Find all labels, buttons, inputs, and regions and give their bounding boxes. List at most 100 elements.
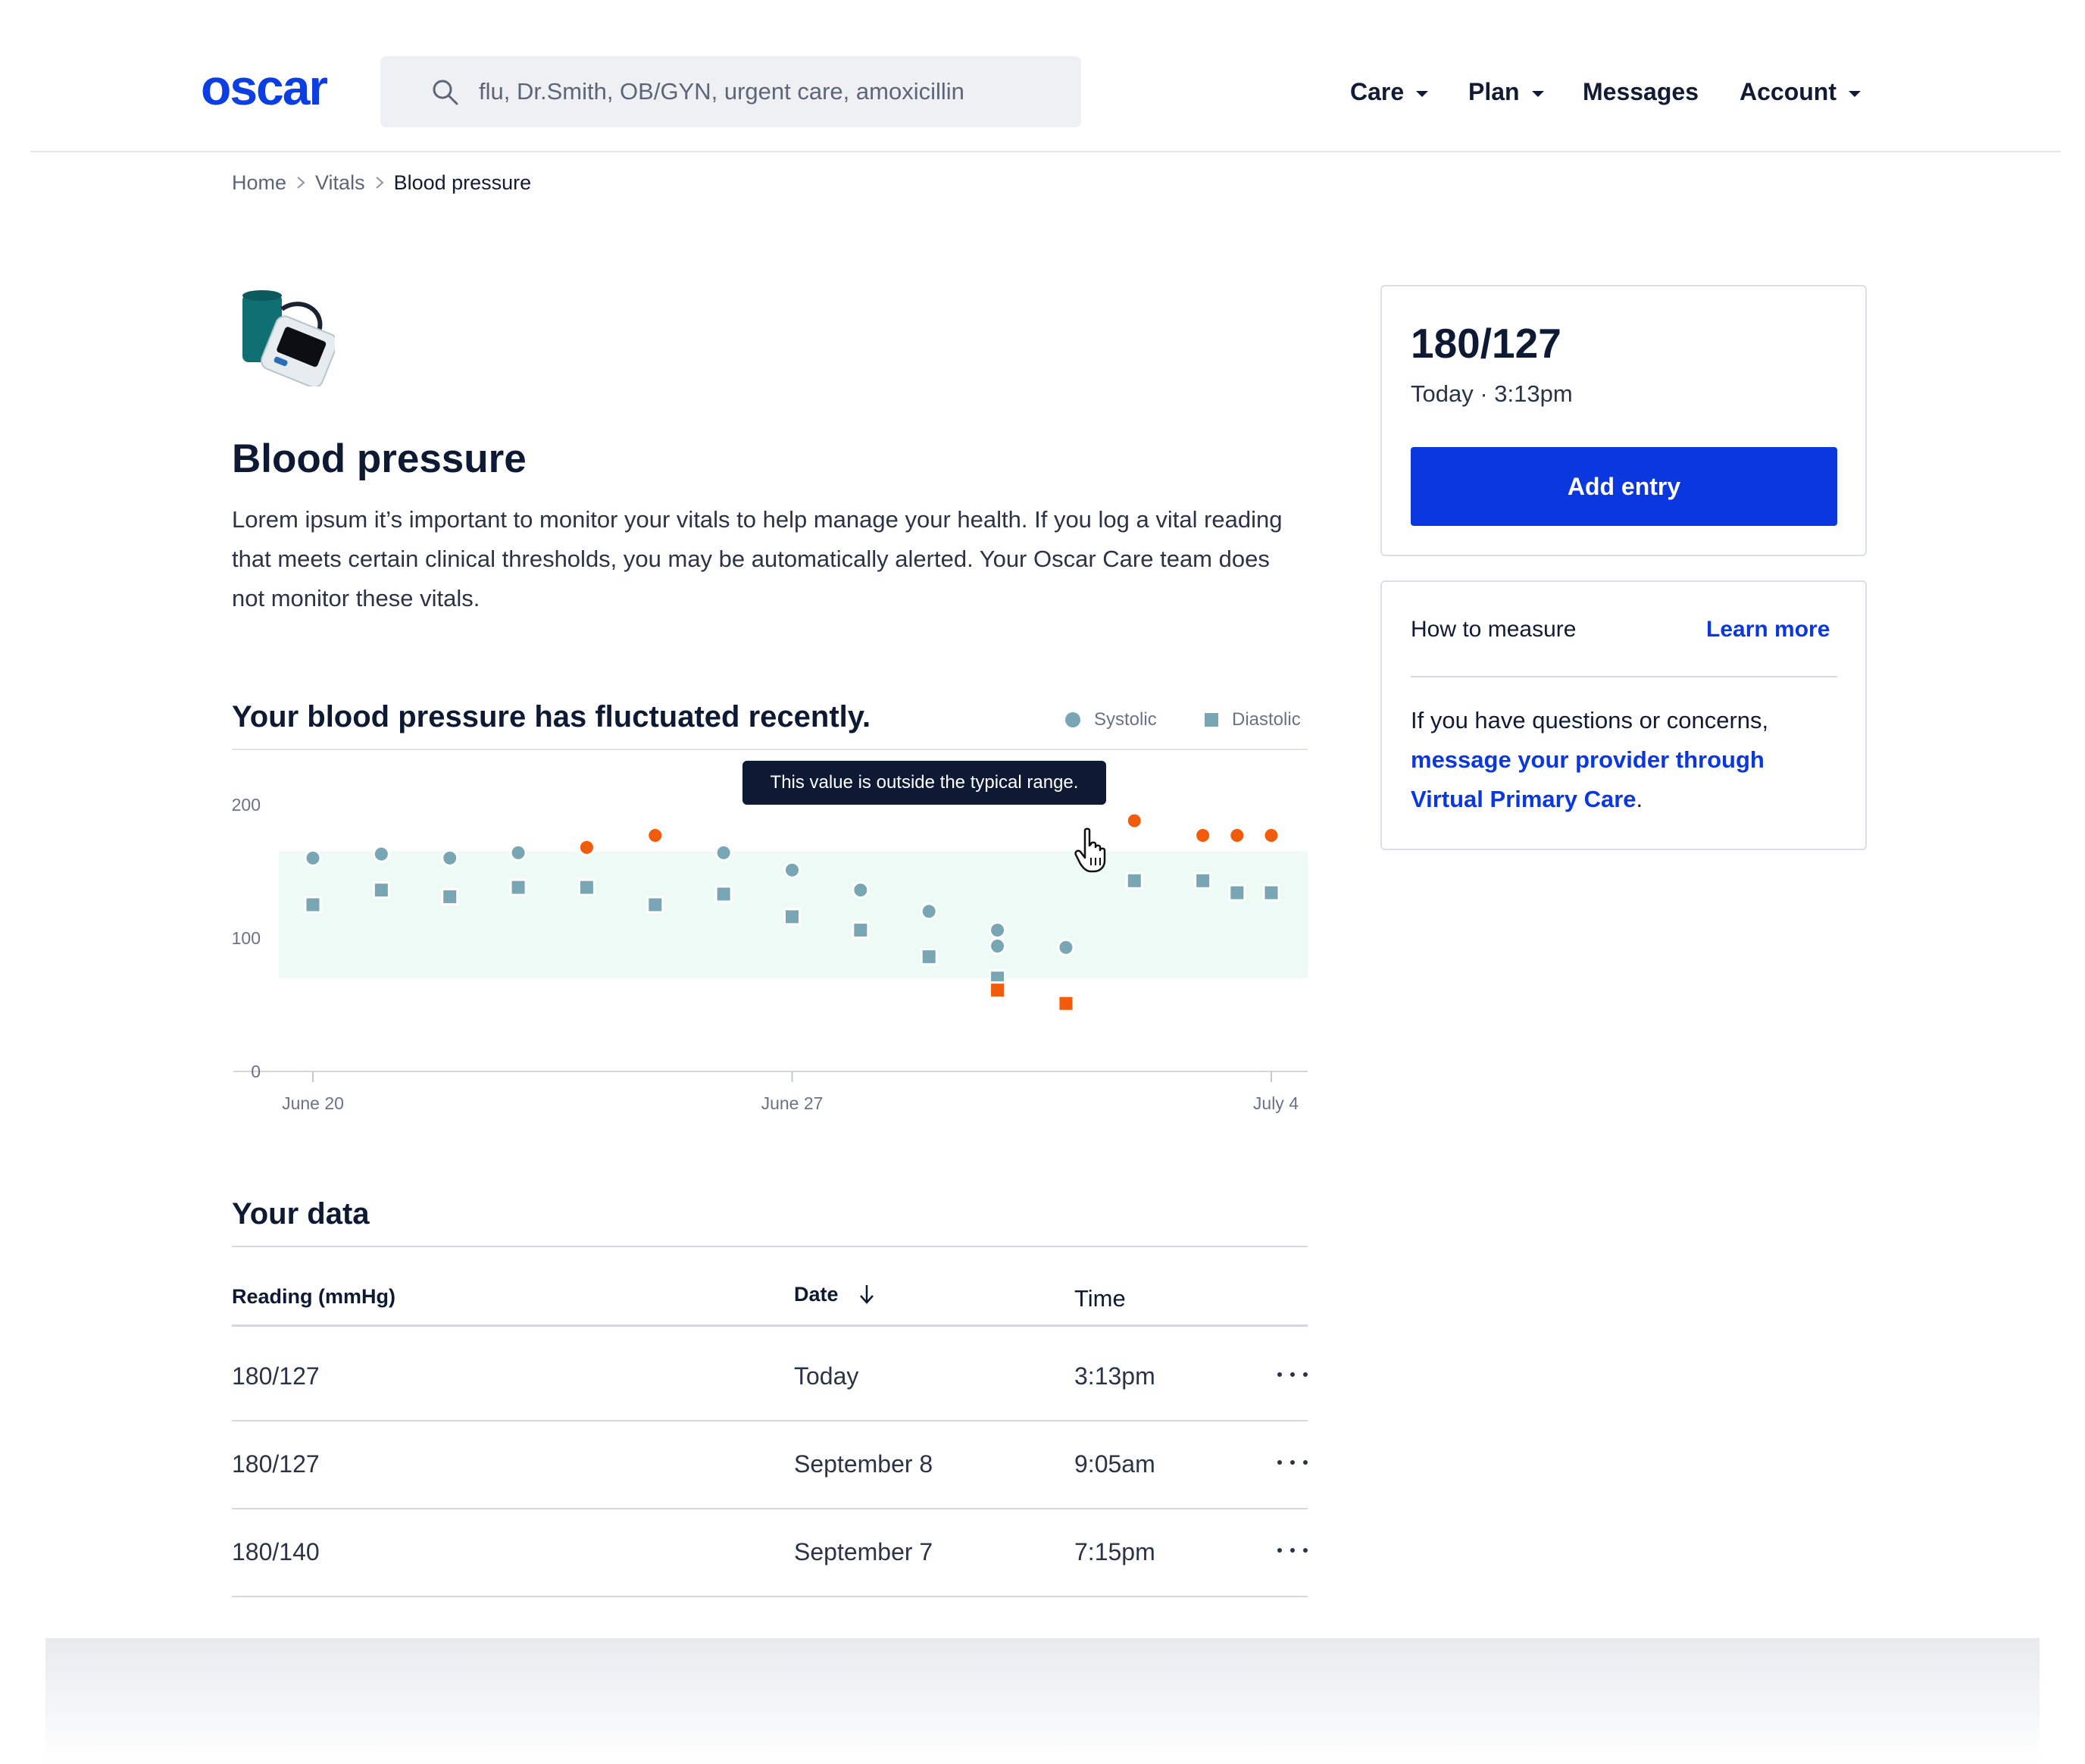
add-entry-button[interactable]: Add entry — [1411, 447, 1837, 526]
page-title: Blood pressure — [232, 436, 527, 481]
diastolic-point — [304, 896, 322, 914]
y-tick-label: 0 — [251, 1062, 261, 1081]
data-divider — [232, 1246, 1308, 1247]
diastolic-point — [1262, 884, 1280, 902]
x-tick-label: June 27 — [761, 1093, 824, 1113]
systolic-point — [989, 921, 1007, 939]
search-icon — [433, 80, 458, 105]
row-date: September 7 — [794, 1538, 933, 1565]
breadcrumb: Home Vitals Blood pressure — [232, 170, 531, 195]
legend-diastolic-marker — [1205, 713, 1218, 727]
legend-systolic-label: Systolic — [1094, 709, 1157, 730]
chevron-down-icon — [1531, 91, 1544, 97]
diastolic-point — [920, 948, 938, 966]
search-input[interactable] — [479, 56, 1055, 127]
legend-diastolic-label: Diastolic — [1232, 709, 1301, 730]
diastolic-point — [577, 878, 595, 896]
systolic-point — [783, 861, 801, 879]
systolic-point — [509, 843, 527, 862]
systolic-point — [1228, 826, 1246, 844]
help-text-intro: If you have questions or concerns, — [1411, 707, 1769, 733]
diastolic-point — [783, 908, 801, 926]
diastolic-point — [1125, 871, 1143, 890]
arrow-down-icon — [859, 1285, 874, 1304]
table-row[interactable]: 180/127 Today 3:13pm — [232, 1332, 1308, 1422]
more-options-icon[interactable] — [1277, 1447, 1308, 1478]
out-of-range-tooltip: This value is outside the typical range. — [742, 761, 1106, 805]
nav-messages-label: Messages — [1583, 77, 1699, 105]
nav-plan[interactable]: Plan — [1468, 73, 1544, 111]
breadcrumb-vitals[interactable]: Vitals — [315, 171, 365, 195]
systolic-point — [1125, 812, 1143, 830]
systolic-point — [646, 826, 664, 844]
column-header-date[interactable]: Date — [794, 1282, 878, 1306]
systolic-point — [441, 849, 459, 867]
nav-account[interactable]: Account — [1740, 73, 1861, 111]
blood-pressure-chart: 0 100 200 June 20 June 27 July 4 — [232, 795, 1308, 1113]
systolic-point — [304, 849, 322, 867]
row-date: September 8 — [794, 1450, 933, 1478]
diastolic-point — [372, 881, 390, 899]
nav-care[interactable]: Care — [1350, 73, 1429, 111]
diastolic-point — [441, 887, 459, 905]
column-header-date-label: Date — [794, 1282, 839, 1306]
data-section-title: Your data — [232, 1197, 370, 1231]
diastolic-point — [989, 981, 1007, 999]
more-options-icon[interactable] — [1277, 1535, 1308, 1565]
systolic-point — [372, 845, 390, 863]
table-header-divider — [232, 1325, 1308, 1327]
table-row[interactable]: 180/127 September 8 9:05am — [232, 1420, 1308, 1509]
latest-reading-time: Today · 3:13pm — [1411, 380, 1573, 407]
row-date: Today — [794, 1362, 859, 1390]
chevron-down-icon — [1416, 91, 1429, 97]
pointer-cursor-icon — [1074, 827, 1106, 873]
legend-systolic: Systolic — [1065, 707, 1157, 733]
chart-divider — [232, 749, 1308, 750]
diastolic-point — [646, 896, 664, 914]
row-time: 9:05am — [1074, 1450, 1155, 1478]
column-header-reading[interactable]: Reading (mmHg) — [232, 1285, 395, 1309]
nav-care-label: Care — [1350, 77, 1405, 105]
message-provider-link[interactable]: message your provider through Virtual Pr… — [1411, 746, 1765, 812]
chevron-right-icon — [297, 177, 305, 189]
nav-messages[interactable]: Messages — [1583, 73, 1699, 111]
breadcrumb-home[interactable]: Home — [232, 171, 286, 195]
diastolic-point — [852, 921, 870, 939]
diastolic-point — [1194, 871, 1212, 890]
oscar-logo[interactable]: oscar — [201, 62, 328, 112]
nav-plan-label: Plan — [1468, 77, 1520, 105]
x-tick-label: July 4 — [1253, 1093, 1299, 1113]
latest-reading: 180/127 — [1411, 320, 1561, 367]
diastolic-point — [714, 885, 733, 903]
blood-pressure-monitor-icon — [242, 290, 335, 386]
row-reading: 180/127 — [232, 1450, 320, 1478]
y-tick-label: 100 — [232, 928, 261, 948]
page-description: Lorem ipsum it’s important to monitor yo… — [232, 506, 1283, 611]
how-to-measure-title: How to measure — [1411, 617, 1577, 642]
diastolic-point — [1228, 884, 1246, 902]
systolic-point — [1194, 826, 1212, 844]
legend-diastolic: Diastolic — [1205, 707, 1301, 733]
column-header-time[interactable]: Time — [1074, 1285, 1126, 1312]
systolic-point — [920, 902, 938, 921]
row-reading: 180/127 — [232, 1362, 320, 1390]
y-tick-label: 200 — [232, 795, 261, 815]
table-row[interactable]: 180/140 September 7 7:15pm — [232, 1508, 1308, 1597]
more-options-icon[interactable] — [1277, 1359, 1308, 1390]
systolic-point — [1057, 938, 1075, 956]
chevron-right-icon — [375, 177, 384, 189]
nav-account-label: Account — [1740, 77, 1836, 105]
breadcrumb-current: Blood pressure — [393, 170, 532, 194]
systolic-point — [714, 843, 733, 862]
systolic-point — [577, 838, 595, 856]
bottom-fade — [45, 1638, 2040, 1764]
row-reading: 180/140 — [232, 1538, 320, 1565]
x-tick-label: June 20 — [282, 1093, 344, 1113]
diastolic-point — [509, 878, 527, 896]
row-time: 7:15pm — [1074, 1538, 1155, 1565]
systolic-point — [989, 937, 1007, 956]
systolic-point — [852, 881, 870, 899]
help-text: If you have questions or concerns, messa… — [1411, 701, 1837, 819]
learn-more-link[interactable]: Learn more — [1706, 617, 1830, 643]
chart-title: Your blood pressure has fluctuated recen… — [232, 700, 871, 733]
